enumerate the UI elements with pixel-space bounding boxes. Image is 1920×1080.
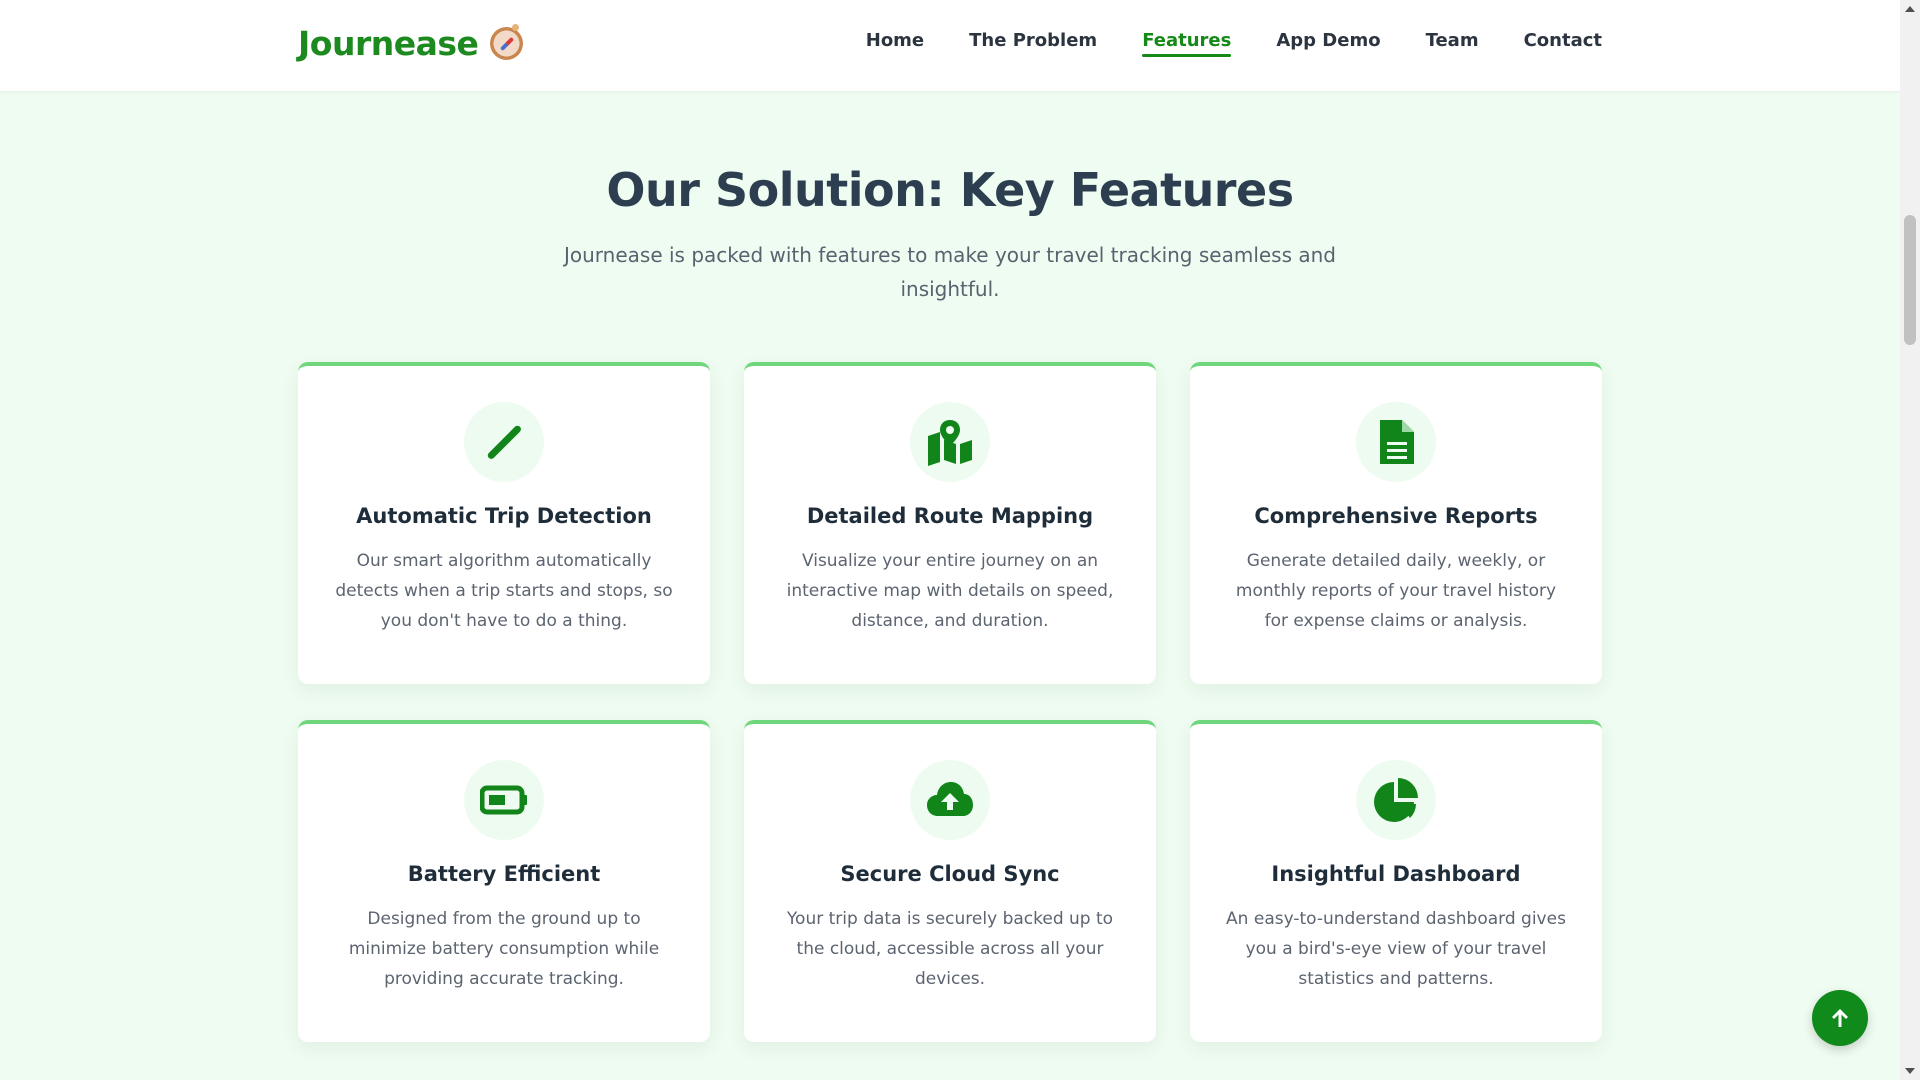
feature-title: Battery Efficient [407,862,601,886]
nav-item-the-problem[interactable]: The Problem [969,30,1097,57]
battery-icon [464,760,544,840]
feature-title: Automatic Trip Detection [356,504,652,528]
section-subtitle: Journease is packed with features to mak… [563,243,1337,301]
document-icon [1356,402,1436,482]
feature-card: Automatic Trip Detection Our smart algor… [298,362,710,684]
feature-description: An easy-to-understand dashboard gives yo… [1226,909,1566,989]
feature-card: Battery Efficient Designed from the grou… [298,720,710,1042]
feature-title: Comprehensive Reports [1254,504,1538,528]
feature-description: Designed from the ground up to minimize … [348,909,660,989]
site-header: Journease Home The Problem Features App … [0,0,1900,91]
compass-icon [490,24,524,60]
feature-description: Visualize your entire journey on an inte… [786,551,1114,631]
feature-card: Secure Cloud Sync Your trip data is secu… [744,720,1156,1042]
feature-title: Secure Cloud Sync [840,862,1060,886]
scroll-up-arrow-icon[interactable] [1905,6,1915,12]
scroll-to-top-button[interactable] [1812,990,1868,1046]
section-title: Our Solution: Key Features [606,163,1294,217]
feature-title: Detailed Route Mapping [806,504,1094,528]
feature-card: Detailed Route Mapping Visualize your en… [744,362,1156,684]
feature-description: Your trip data is securely backed up to … [786,909,1114,989]
nav-item-team[interactable]: Team [1426,30,1479,57]
nav-item-features[interactable]: Features [1142,30,1232,57]
nav-item-contact[interactable]: Contact [1524,30,1602,57]
features-grid: Automatic Trip Detection Our smart algor… [298,362,1602,1042]
feature-card: Comprehensive Reports Generate detailed … [1190,362,1602,684]
feature-title: Insightful Dashboard [1271,862,1521,886]
arrow-up-icon [1832,1009,1848,1027]
pie-chart-icon [1356,760,1436,840]
nav-item-home[interactable]: Home [866,30,924,57]
page-scrollbar[interactable] [1900,0,1920,1080]
cloud-upload-icon [910,760,990,840]
scroll-thumb[interactable] [1904,215,1916,345]
magic-wand-icon [464,402,544,482]
feature-description: Generate detailed daily, weekly, or mont… [1235,551,1557,631]
brand-logo[interactable]: Journease [298,24,524,63]
feature-card: Insightful Dashboard An easy-to-understa… [1190,720,1602,1042]
map-location-icon [910,402,990,482]
brand-name[interactable]: Journease [298,24,479,63]
feature-description: Our smart algorithm automatically detect… [335,551,673,631]
main-nav: Home The Problem Features App Demo Team … [866,30,1602,57]
nav-item-app-demo[interactable]: App Demo [1276,30,1380,57]
scroll-down-arrow-icon[interactable] [1905,1068,1915,1074]
